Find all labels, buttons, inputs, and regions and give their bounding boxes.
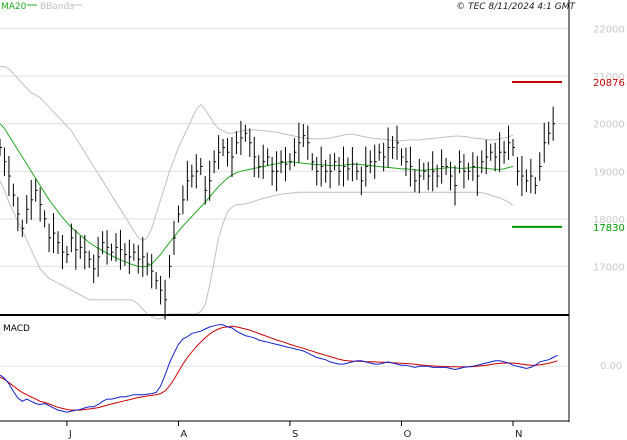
macd-zero-label: 0.00: [600, 361, 622, 372]
y-tick-label: 17000: [593, 262, 625, 273]
y-tick-label: 20000: [593, 120, 625, 131]
x-axis-ticks: JASON: [66, 421, 522, 440]
macd-label: MACD: [3, 324, 30, 334]
x-tick-label: J: [68, 429, 72, 440]
x-tick-label: A: [180, 429, 187, 440]
support-level-label: 17830: [593, 223, 625, 234]
x-tick-label: O: [403, 429, 411, 440]
legend-bbands-label: BBands: [40, 2, 74, 12]
legend-ma-label: MA20: [1, 2, 27, 12]
x-tick-label: N: [515, 429, 522, 440]
macd-panel: [0, 317, 569, 421]
y-tick-label: 19000: [593, 167, 625, 178]
price-macd-chart: 220002100020000190001800017000 JASON 208…: [0, 0, 625, 440]
y-axis-ticks: 220002100020000190001800017000: [593, 25, 625, 274]
copyright-text: © TEC 8/11/2024 4:1 GMT: [456, 2, 576, 12]
y-tick-label: 22000: [593, 25, 625, 36]
legend: MA20 BBands: [1, 2, 82, 12]
x-tick-label: S: [292, 429, 298, 440]
resistance-level-label: 20876: [593, 78, 625, 89]
